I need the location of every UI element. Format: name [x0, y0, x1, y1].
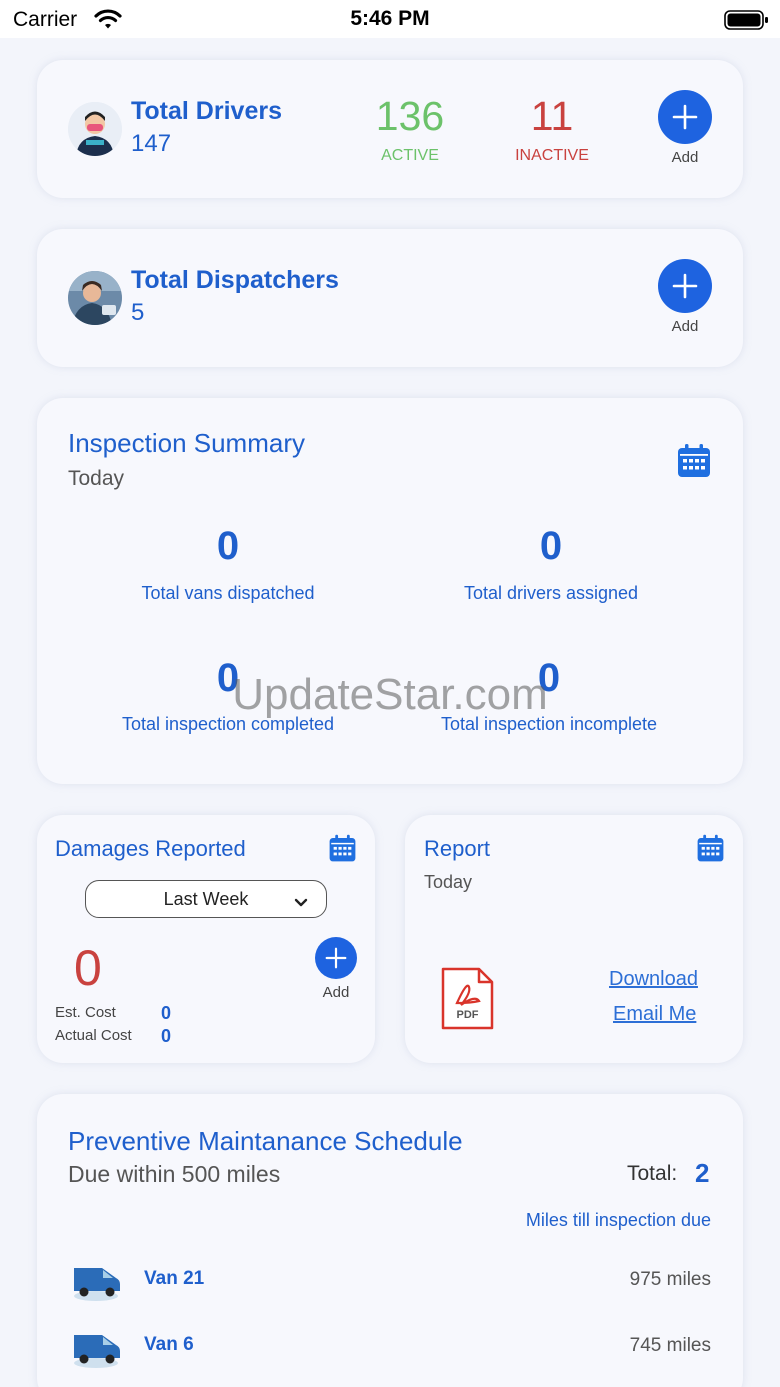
actual-cost-label: Actual Cost [55, 1027, 132, 1044]
van-name: Van 6 [144, 1334, 194, 1355]
damages-range-select[interactable]: Last Week [85, 880, 327, 918]
van-name: Van 21 [144, 1268, 205, 1289]
inspection-completed-value: 0 [216, 656, 240, 700]
report-calendar-icon[interactable] [696, 834, 725, 868]
dispatchers-title: Total Dispatchers [131, 266, 339, 294]
maintenance-subtitle: Due within 500 miles [68, 1161, 281, 1187]
drivers-assigned-label: Total drivers assigned [463, 583, 639, 603]
drivers-assigned-value: 0 [539, 524, 563, 568]
dispatcher-avatar [68, 271, 122, 325]
damages-calendar-icon[interactable] [328, 834, 357, 868]
vans-dispatched-value: 0 [216, 524, 240, 568]
chevron-down-icon [294, 892, 308, 913]
maintenance-column-label: Miles till inspection due [525, 1210, 711, 1230]
pdf-file-icon[interactable]: PDF [441, 967, 494, 1030]
actual-cost-value: 0 [161, 1026, 172, 1046]
status-bar: Carrier 5:46 PM [0, 0, 780, 38]
add-driver-button[interactable] [658, 90, 712, 144]
maintenance-total-label: Total: [627, 1162, 678, 1185]
drivers-title: Total Drivers [131, 97, 282, 125]
est-cost-label: Est. Cost [55, 1004, 116, 1021]
van-miles: 745 miles [629, 1335, 711, 1356]
active-label: ACTIVE [381, 147, 439, 164]
inactive-count: 11 [530, 93, 574, 139]
inspection-period: Today [68, 467, 125, 490]
add-dispatcher-label: Add [671, 318, 699, 335]
van-icon [70, 1258, 122, 1307]
drivers-total: 147 [131, 130, 172, 157]
van-icon [70, 1325, 122, 1374]
damages-count: 0 [74, 940, 102, 996]
driver-avatar [68, 102, 122, 156]
plus-icon [325, 947, 347, 969]
report-period: Today [424, 872, 473, 892]
dispatchers-card [37, 229, 743, 367]
vans-dispatched-label: Total vans dispatched [141, 583, 315, 603]
pdf-label: PDF [456, 1009, 479, 1021]
damages-range-value: Last Week [163, 888, 249, 909]
plus-icon [672, 104, 698, 130]
report-title: Report [424, 836, 491, 861]
add-damage-label: Add [322, 984, 350, 1001]
inspection-title: Inspection Summary [68, 428, 305, 458]
clock: 5:46 PM [350, 7, 430, 30]
add-dispatcher-button[interactable] [658, 259, 712, 313]
email-me-link[interactable]: Email Me [613, 1003, 696, 1026]
maintenance-total-value: 2 [695, 1158, 710, 1188]
inspection-calendar-icon[interactable] [676, 443, 712, 484]
dispatchers-total: 5 [131, 299, 145, 326]
active-count: 136 [375, 93, 445, 139]
damages-title: Damages Reported [55, 836, 246, 861]
battery-icon [724, 9, 770, 36]
inspection-incomplete-value: 0 [537, 656, 561, 700]
add-driver-label: Add [671, 149, 699, 166]
download-link[interactable]: Download [609, 968, 698, 991]
inactive-label: INACTIVE [515, 147, 589, 164]
inspection-incomplete-label: Total inspection incomplete [440, 714, 658, 734]
est-cost-value: 0 [161, 1003, 172, 1023]
maintenance-title: Preventive Maintanance Schedule [68, 1126, 463, 1156]
add-damage-button[interactable] [315, 937, 357, 979]
van-miles: 975 miles [629, 1269, 711, 1290]
inspection-completed-label: Total inspection completed [121, 714, 335, 734]
plus-icon [672, 273, 698, 299]
